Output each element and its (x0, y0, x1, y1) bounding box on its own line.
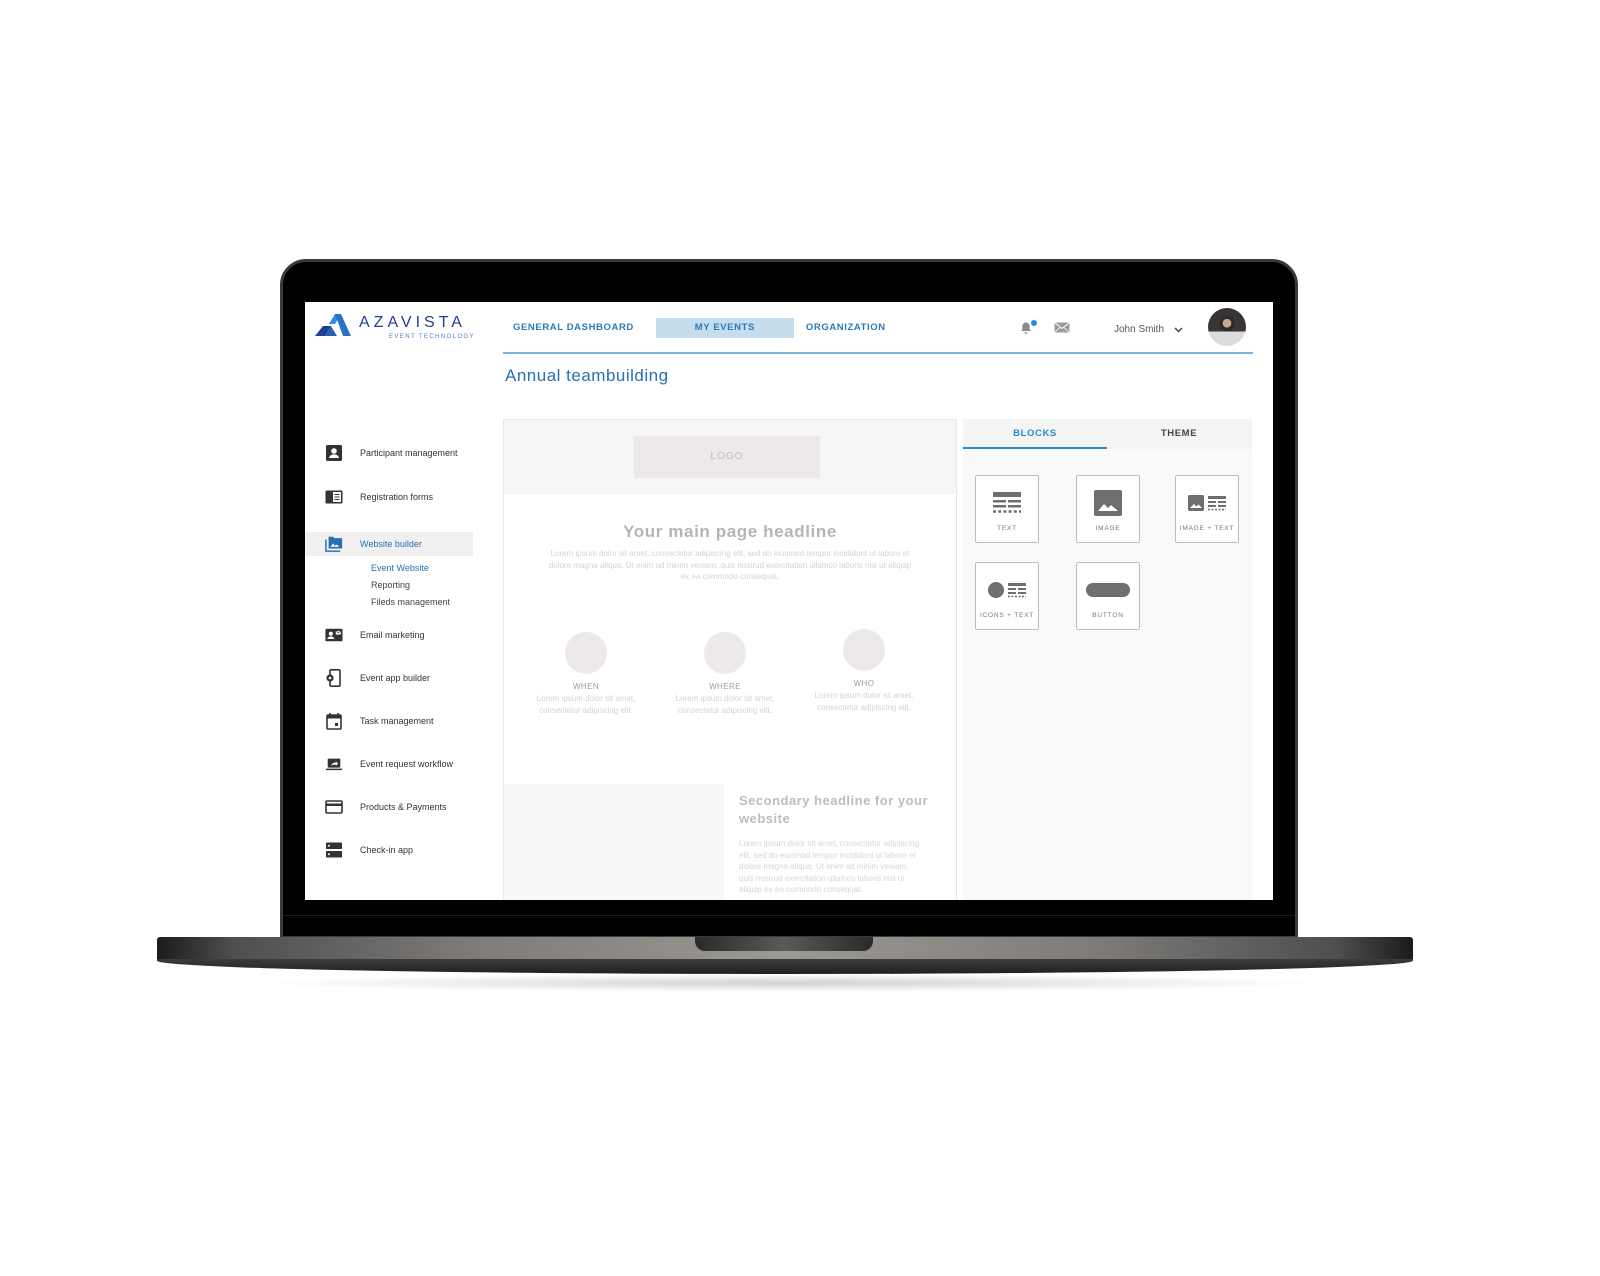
user-menu-toggle[interactable] (1174, 320, 1183, 338)
sidebar-item-products-payments[interactable]: Products & Payments (305, 795, 473, 819)
sidebar-item-label: Registration forms (360, 492, 434, 502)
image-folder-icon (325, 536, 343, 552)
block-label: TEXT (997, 525, 1017, 532)
preview-logo-placeholder[interactable]: LOGO (634, 436, 820, 478)
preview-column-title: WHEN (572, 682, 600, 691)
blocks-panel: BLOCKS THEME TEXT IMAGE IMAGE + TEXT ICO… (963, 419, 1252, 900)
preview-icon-placeholder (843, 629, 885, 671)
panel-tabs: BLOCKS THEME (963, 419, 1252, 449)
laptop-share-icon (325, 758, 343, 771)
preview-column-when[interactable]: WHEN Lorem ipsum dolor sit amet, consect… (521, 632, 651, 716)
preview-secondary-text[interactable]: Lorem ipsum dolor sit amet, consectetur … (739, 838, 924, 896)
block-label: IMAGE + TEXT (1179, 525, 1235, 532)
block-label: BUTTON (1092, 612, 1124, 619)
preview-column-where[interactable]: WHERE Lorem ipsum dolor sit amet, consec… (660, 632, 790, 716)
preview-icon-placeholder (704, 632, 746, 674)
preview-column-text: Lorem ipsum dolor sit amet, consectetur … (814, 691, 914, 712)
header-actions: John Smith (1020, 320, 1183, 338)
sidebar-item-event-app-builder[interactable]: Event app builder (305, 666, 473, 690)
preview-intro-text[interactable]: Lorem ipsum dolor sit amet, consectetur … (544, 548, 916, 583)
image-text-block-icon (1188, 495, 1226, 511)
top-nav: GENERAL DASHBOARD MY EVENTS ORGANIZATION (503, 318, 896, 338)
sidebar-item-label: Email marketing (360, 630, 425, 640)
chevron-down-icon (1174, 327, 1183, 333)
sidebar-item-label: Event app builder (360, 673, 431, 683)
laptop-shadow (250, 974, 1330, 992)
sidebar-item-task-management[interactable]: Task management (305, 709, 473, 733)
messages-button[interactable] (1054, 320, 1070, 338)
sidebar-item-participant-management[interactable]: Participant management (305, 441, 473, 465)
page-title: Annual teambuilding (505, 366, 669, 385)
nav-organization[interactable]: ORGANIZATION (796, 318, 896, 338)
app-logo[interactable]: AZAVISTA EVENT TECHNOLOGY (315, 314, 475, 342)
block-image[interactable]: IMAGE (1076, 475, 1140, 543)
block-image-text[interactable]: IMAGE + TEXT (1175, 475, 1239, 543)
nav-divider (503, 352, 1253, 354)
tab-blocks[interactable]: BLOCKS (963, 419, 1107, 449)
preview-column-title: WHERE (709, 682, 741, 691)
icons-text-block-icon (988, 582, 1026, 598)
sidebar-item-email-marketing[interactable]: Email marketing (305, 623, 473, 647)
sidebar-subitem-fields-management[interactable]: Fileds management (371, 597, 450, 607)
laptop-bezel-line (283, 915, 1295, 916)
user-name[interactable]: John Smith (1114, 324, 1164, 335)
block-icons-text[interactable]: ICONS + TEXT (975, 562, 1039, 630)
nav-general-dashboard[interactable]: GENERAL DASHBOARD (503, 318, 644, 338)
sidebar-item-check-in-app[interactable]: Check-in app (305, 838, 473, 862)
preview-column-text: Lorem ipsum dolor sit amet, consectetur … (675, 694, 775, 715)
website-preview[interactable]: LOGO Your main page headline Lorem ipsum… (503, 419, 957, 900)
block-label: IMAGE (1095, 525, 1121, 532)
form-icon (325, 490, 343, 504)
logo-subtext: EVENT TECHNOLOGY (389, 334, 475, 340)
calendar-icon (326, 713, 342, 730)
laptop-base-bottom (157, 958, 1413, 974)
preview-header-band: LOGO (504, 420, 956, 494)
nav-my-events[interactable]: MY EVENTS (655, 318, 794, 338)
preview-icon-placeholder (565, 632, 607, 674)
sidebar-subitem-event-website[interactable]: Event Website (371, 563, 429, 573)
contact-mail-icon (325, 628, 343, 642)
sidebar-item-website-builder[interactable]: Website builder (305, 532, 473, 556)
block-label: ICONS + TEXT (979, 612, 1035, 619)
preview-column-who[interactable]: WHO Lorem ipsum dolor sit amet, consecte… (799, 629, 929, 713)
block-button[interactable]: BUTTON (1076, 562, 1140, 630)
laptop-notch (695, 937, 873, 951)
sidebar-item-event-request-workflow[interactable]: Event request workflow (305, 752, 473, 776)
text-block-icon (993, 492, 1021, 513)
phone-settings-icon (326, 669, 341, 687)
preview-column-title: WHO (853, 679, 875, 688)
app-screen: AZAVISTA EVENT TECHNOLOGY GENERAL DASHBO… (305, 302, 1273, 900)
button-block-icon (1086, 583, 1130, 597)
user-avatar[interactable] (1208, 308, 1246, 346)
preview-image-placeholder[interactable] (504, 784, 724, 900)
sidebar-item-label: Products & Payments (360, 802, 447, 812)
block-text[interactable]: TEXT (975, 475, 1039, 543)
sidebar-item-label: Task management (360, 716, 434, 726)
sidebar-item-registration-forms[interactable]: Registration forms (305, 485, 473, 509)
azavista-logo-icon (315, 314, 351, 336)
sidebar-item-label: Participant management (360, 448, 458, 458)
notification-badge (1031, 320, 1037, 326)
sidebar-item-label: Event request workflow (360, 759, 454, 769)
preview-secondary-headline[interactable]: Secondary headline for your website (739, 792, 929, 828)
image-block-icon (1094, 490, 1122, 516)
notifications-button[interactable] (1020, 320, 1037, 336)
preview-main-headline[interactable]: Your main page headline (504, 522, 956, 542)
mail-icon (1054, 322, 1070, 333)
credit-card-icon (325, 800, 343, 814)
sidebar-subitem-reporting[interactable]: Reporting (371, 580, 410, 590)
sidebar-item-label: Check-in app (360, 845, 414, 855)
server-icon (326, 842, 342, 858)
sidebar-item-label: Website builder (360, 539, 422, 549)
preview-column-text: Lorem ipsum dolor sit amet, consectetur … (536, 694, 636, 715)
logo-text: AZAVISTA (359, 314, 466, 331)
person-card-icon (326, 445, 342, 461)
tab-theme[interactable]: THEME (1107, 419, 1251, 449)
